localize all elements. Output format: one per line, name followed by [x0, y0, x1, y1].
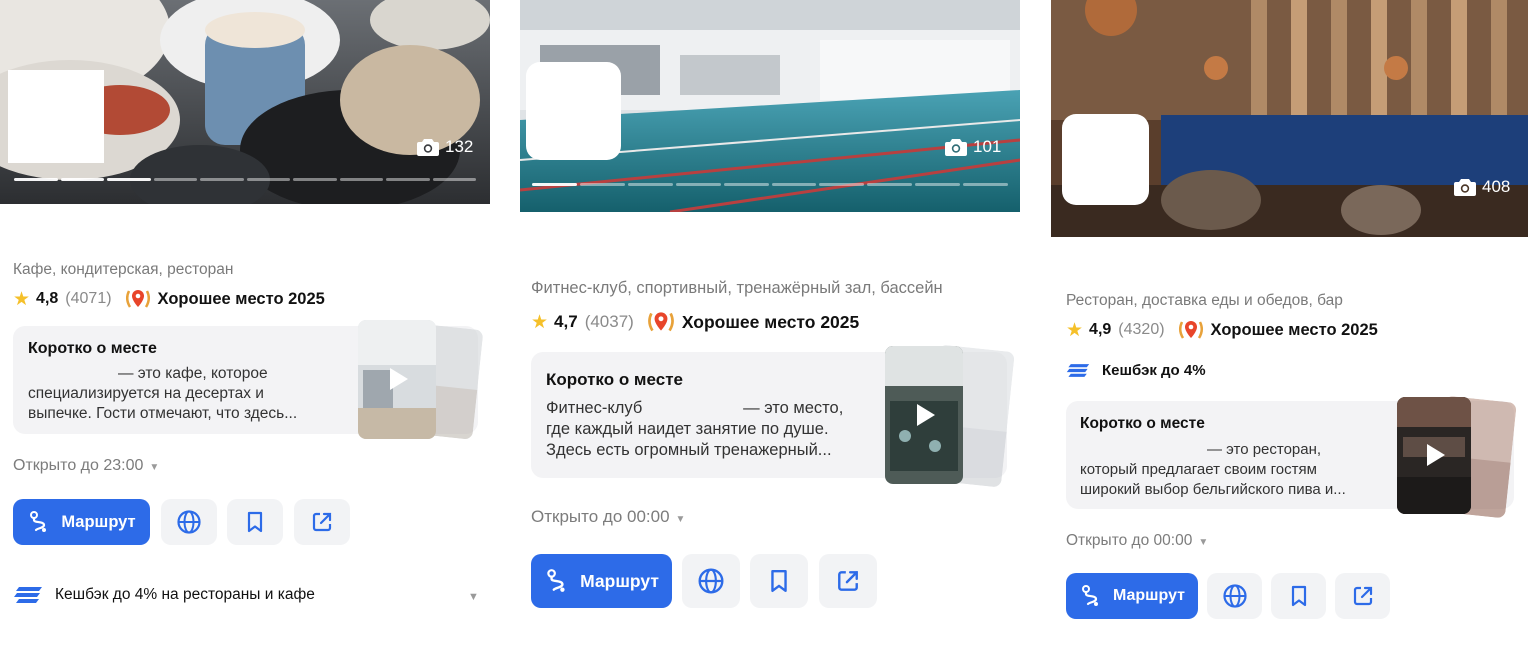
rating-row[interactable]: ★ 4,8 (4071) Хорошее место 2025 — [13, 287, 325, 311]
about-title: Коротко о месте — [28, 340, 157, 357]
place-card-cafe[interactable]: 132 Кафе, кондитерская, ресторан ★ 4,8 (… — [0, 0, 490, 654]
star-icon: ★ — [13, 288, 31, 310]
share-button[interactable] — [294, 499, 350, 545]
photo-count[interactable]: 132 — [417, 137, 473, 157]
video-thumbnail[interactable] — [1397, 397, 1471, 514]
reviews-count: (4037) — [584, 312, 634, 331]
rating-row[interactable]: ★ 4,7 (4037) Хорошее место 2025 — [531, 309, 859, 335]
place-logo-placeholder — [1062, 114, 1149, 205]
about-description: Фитнес-клуб — это место, где каждый наид… — [546, 399, 844, 459]
photo-count[interactable]: 101 — [945, 137, 1001, 157]
play-icon — [917, 404, 935, 426]
video-thumbnail[interactable] — [358, 320, 436, 439]
star-icon: ★ — [1066, 319, 1084, 341]
video-thumbnail[interactable] — [885, 346, 963, 484]
cashback-label: Кешбэк до 4% на рестораны и кафе — [55, 586, 315, 603]
award-laurel-pin-icon — [1178, 321, 1203, 339]
open-hours[interactable]: Открыто до 00:00 ▼ — [1066, 532, 1208, 550]
award-label: Хорошее место 2025 — [681, 311, 860, 332]
bookmark-icon — [1291, 585, 1306, 607]
globe-icon — [177, 510, 201, 534]
chevron-down-icon: ▼ — [149, 462, 160, 473]
route-button[interactable]: Маршрут — [531, 554, 672, 608]
photo-count-label: 101 — [973, 137, 1002, 156]
cashback-label: Кешбэк до 4% — [1102, 362, 1206, 379]
open-hours[interactable]: Открыто до 23:00 ▼ — [13, 457, 159, 475]
bookmark-icon — [247, 511, 263, 533]
share-icon — [838, 571, 858, 591]
website-button[interactable] — [682, 554, 740, 608]
camera-icon — [417, 139, 439, 156]
reviews-count: (4320) — [1118, 321, 1165, 338]
gallery-pagination — [14, 178, 476, 181]
camera-icon — [945, 139, 967, 156]
open-hours[interactable]: Открыто до 00:00 ▼ — [531, 507, 685, 527]
gallery-pagination — [532, 183, 1009, 186]
star-icon: ★ — [531, 311, 549, 333]
rating-score: 4,8 — [36, 290, 59, 307]
cashback-stripes-icon — [1066, 364, 1090, 377]
place-category: Фитнес-клуб, спортивный, тренажёрный зал… — [531, 279, 943, 297]
place-photo-gallery[interactable]: 408 — [1051, 0, 1528, 237]
camera-icon — [1454, 179, 1476, 196]
award-label: Хорошее место 2025 — [1210, 320, 1378, 339]
bookmark-icon — [771, 569, 787, 593]
route-icon — [1081, 585, 1098, 606]
website-button[interactable] — [1207, 573, 1262, 619]
place-category: Кафе, кондитерская, ресторан — [13, 261, 234, 278]
route-button[interactable]: Маршрут — [1066, 573, 1198, 619]
play-icon — [390, 368, 408, 390]
route-label: Маршрут — [61, 512, 136, 531]
cashback-stripes-icon — [14, 587, 42, 603]
route-button[interactable]: Маршрут — [13, 499, 150, 545]
photo-count-label: 408 — [1482, 177, 1511, 196]
about-description: — это ресторан, который предлагает своим… — [1080, 441, 1346, 498]
route-label: Маршрут — [580, 570, 659, 591]
about-title: Коротко о месте — [546, 370, 683, 389]
route-icon — [547, 569, 565, 592]
about-description: — это кафе, которое специализируется на … — [28, 365, 298, 422]
bookmark-button[interactable] — [227, 499, 283, 545]
award-laurel-pin-icon — [647, 312, 674, 332]
chevron-down-icon: ▼ — [1198, 537, 1209, 548]
globe-icon — [698, 568, 724, 594]
reviews-count: (4071) — [65, 290, 112, 307]
photo-count[interactable]: 408 — [1454, 177, 1510, 197]
place-logo-placeholder — [526, 62, 621, 160]
chevron-down-icon: ▼ — [675, 514, 686, 525]
rating-score: 4,7 — [554, 312, 578, 331]
share-icon — [1353, 586, 1372, 606]
cashback-row[interactable]: Кешбэк до 4% — [1066, 362, 1206, 379]
cashback-row[interactable]: Кешбэк до 4% на рестораны и кафе — [13, 585, 315, 605]
place-category: Ресторан, доставка еды и обедов, бар — [1066, 292, 1343, 309]
photo-count-label: 132 — [445, 137, 474, 156]
chevron-down-icon[interactable]: ▼ — [468, 591, 479, 603]
play-icon — [1427, 444, 1445, 466]
about-title: Коротко о месте — [1080, 415, 1205, 432]
place-card-restaurant[interactable]: 408 Ресторан, доставка еды и обедов, бар… — [1051, 0, 1528, 654]
rating-score: 4,9 — [1089, 321, 1112, 338]
rating-row[interactable]: ★ 4,9 (4320) Хорошее место 2025 — [1066, 318, 1378, 342]
share-icon — [312, 512, 332, 532]
bookmark-button[interactable] — [1271, 573, 1326, 619]
place-card-fitness[interactable]: 101 Фитнес-клуб, спортивный, тренажёрный… — [520, 0, 1020, 654]
share-button[interactable] — [1335, 573, 1390, 619]
route-icon — [30, 511, 47, 532]
place-photo-gallery[interactable]: 101 — [520, 0, 1020, 212]
place-photo-gallery[interactable]: 132 — [0, 0, 490, 204]
award-laurel-pin-icon — [125, 290, 150, 308]
bookmark-button[interactable] — [750, 554, 808, 608]
award-label: Хорошее место 2025 — [157, 289, 325, 308]
share-button[interactable] — [819, 554, 877, 608]
website-button[interactable] — [161, 499, 217, 545]
globe-icon — [1222, 584, 1247, 608]
place-logo-placeholder — [8, 70, 104, 163]
route-label: Маршрут — [1112, 587, 1186, 604]
